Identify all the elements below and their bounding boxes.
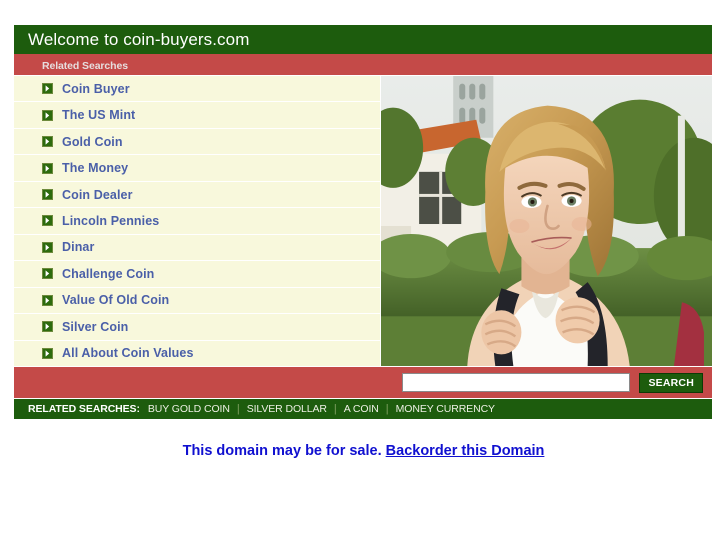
main-body: Coin Buyer The US Mint Gold Coin The Mon… [14,76,712,366]
footer-separator: | [385,403,389,415]
site-title-bar: Welcome to coin-buyers.com [14,25,712,54]
hero-photo-illustration [381,76,712,366]
list-item[interactable]: Lincoln Pennies [14,208,380,235]
list-item[interactable]: Dinar [14,234,380,262]
related-searches-header: Related Searches [14,54,712,76]
arrow-right-icon [42,294,53,306]
list-item-label: Dinar [62,240,95,255]
domain-sale-text: This domain may be for sale. [182,443,382,459]
list-item[interactable]: The Money [14,155,380,182]
list-item-label: Challenge Coin [62,266,155,281]
list-item[interactable]: All About Coin Values [14,340,380,366]
list-item[interactable]: Silver Coin [14,314,380,341]
domain-sale-notice: This domain may be for sale. Backorder t… [0,443,727,459]
list-item[interactable]: The US Mint [14,102,380,129]
footer-link-a-coin[interactable]: A COIN [344,399,379,419]
footer-separator: | [333,403,337,415]
arrow-right-icon [42,347,53,359]
search-input[interactable] [402,373,631,392]
arrow-right-icon [42,268,53,280]
footer-label: RELATED SEARCHES: [28,403,140,415]
list-item-label: Coin Buyer [62,81,130,96]
footer-link-money-currency[interactable]: MONEY CURRENCY [396,399,495,419]
list-item-label: Gold Coin [62,134,123,149]
list-item[interactable]: Coin Buyer [14,76,380,103]
list-item-label: All About Coin Values [62,346,194,361]
arrow-right-icon [42,321,53,333]
footer-related-searches: RELATED SEARCHES: BUY GOLD COIN | SILVER… [14,399,712,419]
arrow-right-icon [42,109,53,121]
content-container: Welcome to coin-buyers.com Related Searc… [14,25,712,419]
search-button[interactable]: SEARCH [639,372,703,393]
list-item[interactable]: Coin Dealer [14,181,380,209]
arrow-right-icon [42,83,53,95]
list-item-label: Coin Dealer [62,187,133,202]
list-item[interactable]: Gold Coin [14,128,380,156]
arrow-right-icon [42,215,53,227]
related-searches-label: Related Searches [42,60,128,72]
list-item[interactable]: Challenge Coin [14,261,380,288]
search-bar: SEARCH [14,366,712,399]
footer-link-buy-gold-coin[interactable]: BUY GOLD COIN [148,399,230,419]
related-links-list: Coin Buyer The US Mint Gold Coin The Mon… [14,76,381,366]
backorder-domain-link[interactable]: Backorder this Domain [386,443,545,459]
hero-photo [381,76,712,366]
list-item-label: Lincoln Pennies [62,213,160,228]
list-item-label: The Money [62,161,129,176]
arrow-right-icon [42,162,53,174]
footer-separator: | [236,403,240,415]
list-item[interactable]: Value Of Old Coin [14,287,380,315]
list-item-label: The US Mint [62,108,136,123]
list-item-label: Value Of Old Coin [62,293,170,308]
list-item-label: Silver Coin [62,319,129,334]
page-title: Welcome to coin-buyers.com [28,30,250,49]
arrow-right-icon [42,241,53,253]
footer-link-silver-dollar[interactable]: SILVER DOLLAR [247,399,327,419]
page-root: Welcome to coin-buyers.com Related Searc… [0,0,727,545]
arrow-right-icon [42,189,53,201]
arrow-right-icon [42,136,53,148]
